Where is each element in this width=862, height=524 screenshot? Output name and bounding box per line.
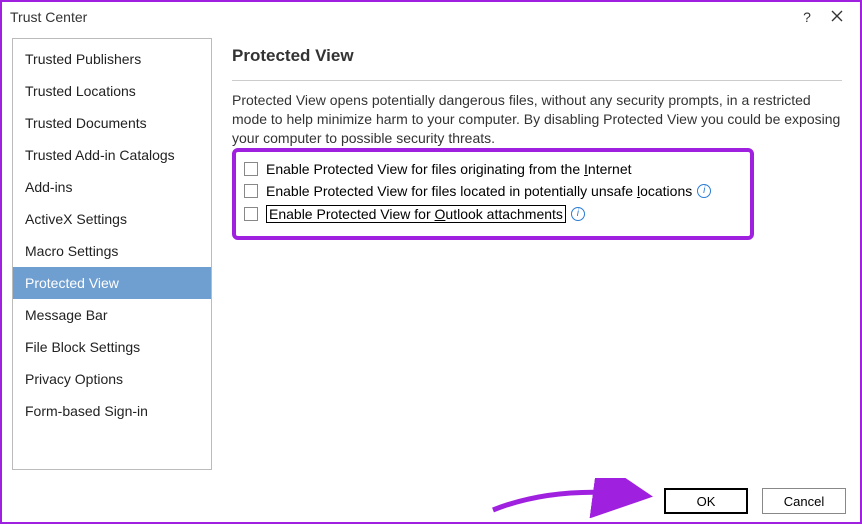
info-icon[interactable]: i <box>571 207 585 221</box>
option-outlook-attachments-label: Enable Protected View for Outlook attach… <box>266 205 566 223</box>
dialog-title: Trust Center <box>10 9 792 25</box>
option-outlook-attachments[interactable]: Enable Protected View for Outlook attach… <box>244 202 742 226</box>
cancel-button[interactable]: Cancel <box>762 488 846 514</box>
sidebar-item-message-bar[interactable]: Message Bar <box>13 299 211 331</box>
sidebar-item-add-ins[interactable]: Add-ins <box>13 171 211 203</box>
sidebar-item-trusted-publishers[interactable]: Trusted Publishers <box>13 43 211 75</box>
help-button[interactable]: ? <box>792 9 822 25</box>
main-panel: Protected View Protected View opens pote… <box>212 38 850 470</box>
option-internet-checkbox[interactable] <box>244 162 258 176</box>
trust-center-dialog: Trust Center ? Trusted PublishersTrusted… <box>0 0 862 524</box>
panel-description: Protected View opens potentially dangero… <box>232 91 842 148</box>
option-internet[interactable]: Enable Protected View for files originat… <box>244 158 742 180</box>
ok-button[interactable]: OK <box>664 488 748 514</box>
sidebar-item-file-block-settings[interactable]: File Block Settings <box>13 331 211 363</box>
option-internet-label: Enable Protected View for files originat… <box>266 161 632 177</box>
sidebar-item-privacy-options[interactable]: Privacy Options <box>13 363 211 395</box>
dialog-footer: OK Cancel <box>664 488 846 514</box>
panel-heading: Protected View <box>232 46 842 66</box>
sidebar-item-activex-settings[interactable]: ActiveX Settings <box>13 203 211 235</box>
sidebar-item-protected-view[interactable]: Protected View <box>13 267 211 299</box>
sidebar-item-trusted-locations[interactable]: Trusted Locations <box>13 75 211 107</box>
sidebar-item-trusted-documents[interactable]: Trusted Documents <box>13 107 211 139</box>
option-unsafe-locations-checkbox[interactable] <box>244 184 258 198</box>
sidebar-item-macro-settings[interactable]: Macro Settings <box>13 235 211 267</box>
option-outlook-attachments-checkbox[interactable] <box>244 207 258 221</box>
close-button[interactable] <box>822 9 852 25</box>
option-unsafe-locations[interactable]: Enable Protected View for files located … <box>244 180 742 202</box>
options-highlight: Enable Protected View for files originat… <box>232 148 754 240</box>
sidebar-item-form-based-sign-in[interactable]: Form-based Sign-in <box>13 395 211 427</box>
option-unsafe-locations-label: Enable Protected View for files located … <box>266 183 692 199</box>
divider <box>232 80 842 81</box>
titlebar: Trust Center ? <box>2 2 860 32</box>
sidebar-item-trusted-add-in-catalogs[interactable]: Trusted Add-in Catalogs <box>13 139 211 171</box>
sidebar: Trusted PublishersTrusted LocationsTrust… <box>12 38 212 470</box>
annotation-arrow <box>488 478 668 518</box>
info-icon[interactable]: i <box>697 184 711 198</box>
